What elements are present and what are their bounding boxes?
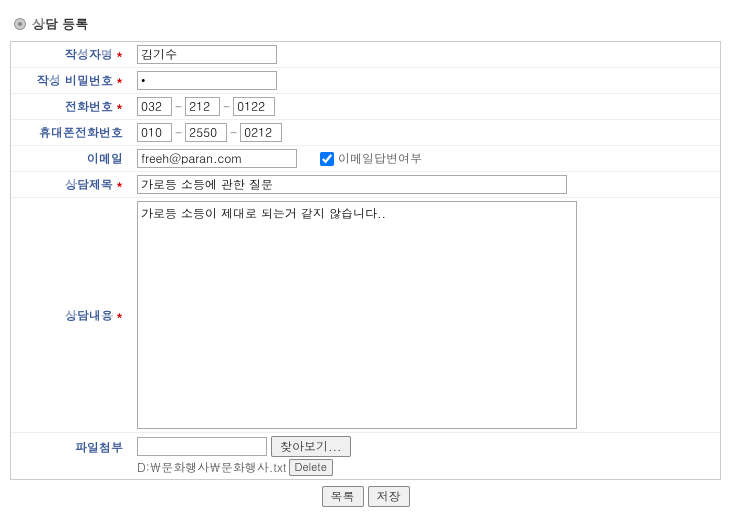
phone-part3[interactable] [233, 97, 275, 116]
mobile-part3[interactable] [240, 123, 282, 142]
attached-file-path: D:\문화행사\문화행사.txt [137, 459, 287, 476]
email-label: 이메일 [11, 146, 131, 171]
phone-label: 전화번호* [11, 94, 131, 119]
file-path-input[interactable] [137, 437, 267, 456]
form-table: 작성자명* 작성 비밀번호* 전화번호* - - 휴대폰전화번호 [10, 41, 721, 480]
password-input[interactable] [137, 71, 277, 90]
email-reply-checkbox[interactable] [320, 152, 334, 166]
mobile-part2[interactable] [185, 123, 227, 142]
author-input[interactable] [137, 45, 277, 64]
email-input[interactable] [137, 149, 297, 168]
bullet-icon [14, 18, 26, 30]
browse-button[interactable]: 찾아보기... [271, 436, 351, 457]
subject-input[interactable] [137, 175, 567, 194]
content-label: 상담내용* [11, 198, 131, 432]
password-label: 작성 비밀번호* [11, 68, 131, 93]
button-bar: 목록 저장 [10, 480, 721, 513]
mobile-label: 휴대폰전화번호 [11, 120, 131, 145]
email-reply-label: 이메일답변여부 [338, 150, 422, 167]
save-button[interactable]: 저장 [368, 486, 410, 507]
attachment-label: 파일첨부 [11, 433, 131, 479]
phone-part2[interactable] [185, 97, 220, 116]
content-textarea[interactable] [137, 201, 577, 429]
subject-label: 상담제목* [11, 172, 131, 197]
mobile-part1[interactable] [137, 123, 172, 142]
phone-part1[interactable] [137, 97, 172, 116]
delete-file-button[interactable]: Delete [289, 459, 333, 476]
author-label: 작성자명* [11, 42, 131, 67]
list-button[interactable]: 목록 [322, 486, 364, 507]
page-title: 상담 등록 [32, 14, 88, 33]
